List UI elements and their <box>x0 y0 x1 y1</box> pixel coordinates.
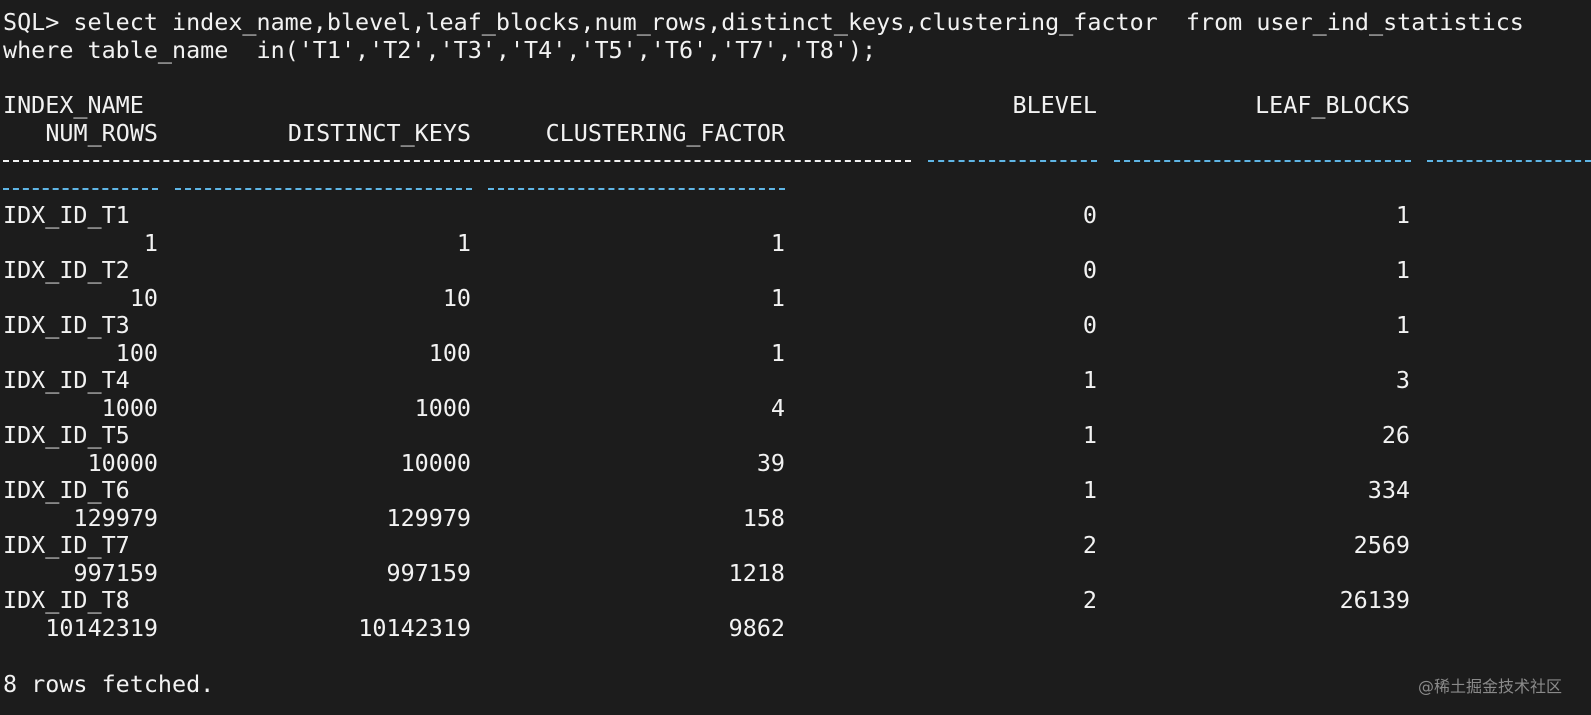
clustering-factor-cell: 1 <box>770 284 785 312</box>
blevel-cell: 0 <box>1082 256 1097 284</box>
index-name-cell: IDX_ID_T1 <box>3 201 130 229</box>
index-name-cell: IDX_ID_T4 <box>3 366 130 394</box>
index-name-cell: IDX_ID_T7 <box>3 531 130 559</box>
distinct-keys-cell: 100 <box>428 339 471 367</box>
leaf-blocks-cell: 26 <box>1381 421 1410 449</box>
blevel-cell: 1 <box>1082 421 1097 449</box>
leaf-blocks-cell: 1 <box>1395 256 1410 284</box>
index-name-cell: IDX_ID_T3 <box>3 311 130 339</box>
index-name-cell: IDX_ID_T2 <box>3 256 130 284</box>
distinct-keys-cell: 129979 <box>386 504 472 532</box>
separator-distinct-keys <box>175 188 472 190</box>
index-name-cell: IDX_ID_T6 <box>3 476 130 504</box>
num-rows-cell: 997159 <box>73 559 159 587</box>
header-blevel: BLEVEL <box>1012 91 1098 119</box>
blevel-cell: 0 <box>1082 201 1097 229</box>
separator-num-rows-part2 <box>3 188 158 190</box>
header-num-rows: NUM_ROWS <box>45 119 158 147</box>
clustering-factor-cell: 158 <box>742 504 785 532</box>
distinct-keys-cell: 1000 <box>414 394 471 422</box>
separator-leaf-blocks <box>1114 160 1411 162</box>
separator-num-rows-part1 <box>1427 160 1591 162</box>
distinct-keys-cell: 10 <box>442 284 471 312</box>
blevel-cell: 0 <box>1082 311 1097 339</box>
header-distinct-keys: DISTINCT_KEYS <box>287 119 471 147</box>
distinct-keys-cell: 10142319 <box>358 614 471 642</box>
watermark-text: @稀土掘金技术社区 <box>1417 677 1562 696</box>
clustering-factor-cell: 4 <box>770 394 785 422</box>
num-rows-cell: 129979 <box>73 504 159 532</box>
sql-command-line-2: where table_name in('T1','T2','T3','T4',… <box>3 36 877 64</box>
leaf-blocks-cell: 2569 <box>1353 531 1410 559</box>
blevel-cell: 1 <box>1082 476 1097 504</box>
rows-fetched-status: 8 rows fetched. <box>3 670 215 698</box>
index-name-cell: IDX_ID_T8 <box>3 586 130 614</box>
separator-clustering-factor <box>488 188 785 190</box>
num-rows-cell: 1 <box>143 229 158 257</box>
separator-blevel <box>928 160 1097 162</box>
clustering-factor-cell: 1 <box>770 229 785 257</box>
leaf-blocks-cell: 26139 <box>1339 586 1410 614</box>
blevel-cell: 2 <box>1082 586 1097 614</box>
blevel-cell: 1 <box>1082 366 1097 394</box>
separator-index-name <box>3 160 911 162</box>
clustering-factor-cell: 9862 <box>728 614 785 642</box>
leaf-blocks-cell: 3 <box>1395 366 1410 394</box>
terminal-window: SQL> select index_name,blevel,leaf_block… <box>0 0 1591 715</box>
num-rows-cell: 100 <box>115 339 158 367</box>
num-rows-cell: 10000 <box>87 449 158 477</box>
distinct-keys-cell: 10000 <box>400 449 471 477</box>
leaf-blocks-cell: 1 <box>1395 201 1410 229</box>
num-rows-cell: 10142319 <box>45 614 158 642</box>
distinct-keys-cell: 997159 <box>386 559 472 587</box>
leaf-blocks-cell: 1 <box>1395 311 1410 339</box>
blevel-cell: 2 <box>1082 531 1097 559</box>
leaf-blocks-cell: 334 <box>1367 476 1410 504</box>
sql-command-line-1: SQL> select index_name,blevel,leaf_block… <box>3 8 1524 36</box>
distinct-keys-cell: 1 <box>456 229 471 257</box>
clustering-factor-cell: 1 <box>770 339 785 367</box>
index-name-cell: IDX_ID_T5 <box>3 421 130 449</box>
num-rows-cell: 10 <box>129 284 158 312</box>
clustering-factor-cell: 39 <box>756 449 785 477</box>
clustering-factor-cell: 1218 <box>728 559 785 587</box>
header-leaf-blocks: LEAF_BLOCKS <box>1255 91 1410 119</box>
header-index-name: INDEX_NAME <box>3 91 144 119</box>
header-clustering-factor: CLUSTERING_FACTOR <box>545 119 785 147</box>
num-rows-cell: 1000 <box>101 394 158 422</box>
